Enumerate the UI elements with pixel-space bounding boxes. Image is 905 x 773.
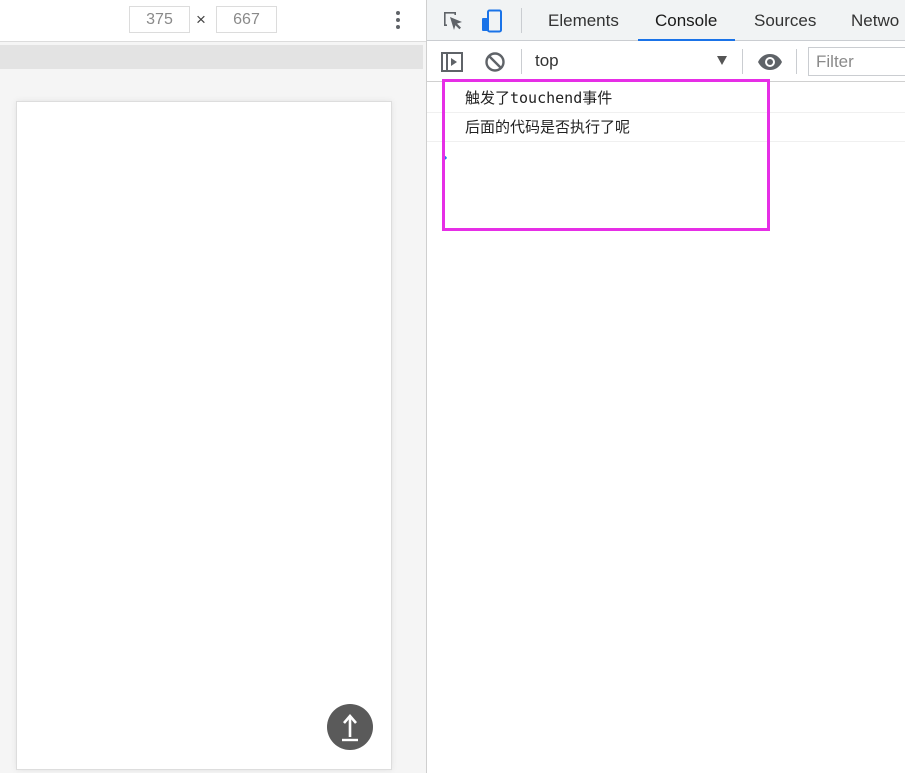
live-expression-icon[interactable]	[757, 50, 783, 74]
device-toggle-icon[interactable]	[480, 9, 504, 33]
toolbar-divider	[742, 49, 743, 74]
scroll-top-button[interactable]	[327, 704, 373, 750]
clear-console-icon[interactable]	[483, 50, 507, 74]
context-selector[interactable]: top	[535, 51, 559, 71]
console-toolbar: top Filter	[427, 41, 905, 82]
highlight-annotation	[442, 79, 770, 231]
device-emulation-pane: 375 × 667	[0, 0, 427, 773]
devtools-panel: Elements Console Sources Netwo top Filte…	[427, 0, 905, 773]
tab-elements[interactable]: Elements	[548, 0, 619, 41]
width-input[interactable]: 375	[129, 6, 190, 33]
devtools-tab-bar: Elements Console Sources Netwo	[427, 0, 905, 41]
console-output[interactable]: 触发了touchend事件 后面的代码是否执行了呢 ›	[427, 79, 905, 773]
height-input[interactable]: 667	[216, 6, 277, 33]
toolbar-divider	[521, 8, 522, 33]
toolbar-divider	[521, 49, 522, 74]
device-viewport[interactable]	[16, 101, 392, 770]
inspect-element-icon[interactable]	[441, 9, 465, 33]
media-query-bar[interactable]	[0, 45, 423, 69]
tab-console[interactable]: Console	[637, 0, 736, 41]
tab-sources[interactable]: Sources	[754, 0, 816, 41]
chevron-down-icon[interactable]	[717, 56, 727, 65]
toolbar-divider	[796, 49, 797, 74]
kebab-menu-icon[interactable]	[396, 11, 400, 32]
tab-network[interactable]: Netwo	[851, 0, 899, 41]
sidebar-toggle-icon[interactable]	[440, 50, 464, 74]
filter-input[interactable]: Filter	[808, 47, 905, 76]
arrow-up-icon	[342, 714, 358, 742]
dimension-separator: ×	[196, 10, 206, 29]
device-toolbar: 375 × 667	[0, 0, 426, 42]
